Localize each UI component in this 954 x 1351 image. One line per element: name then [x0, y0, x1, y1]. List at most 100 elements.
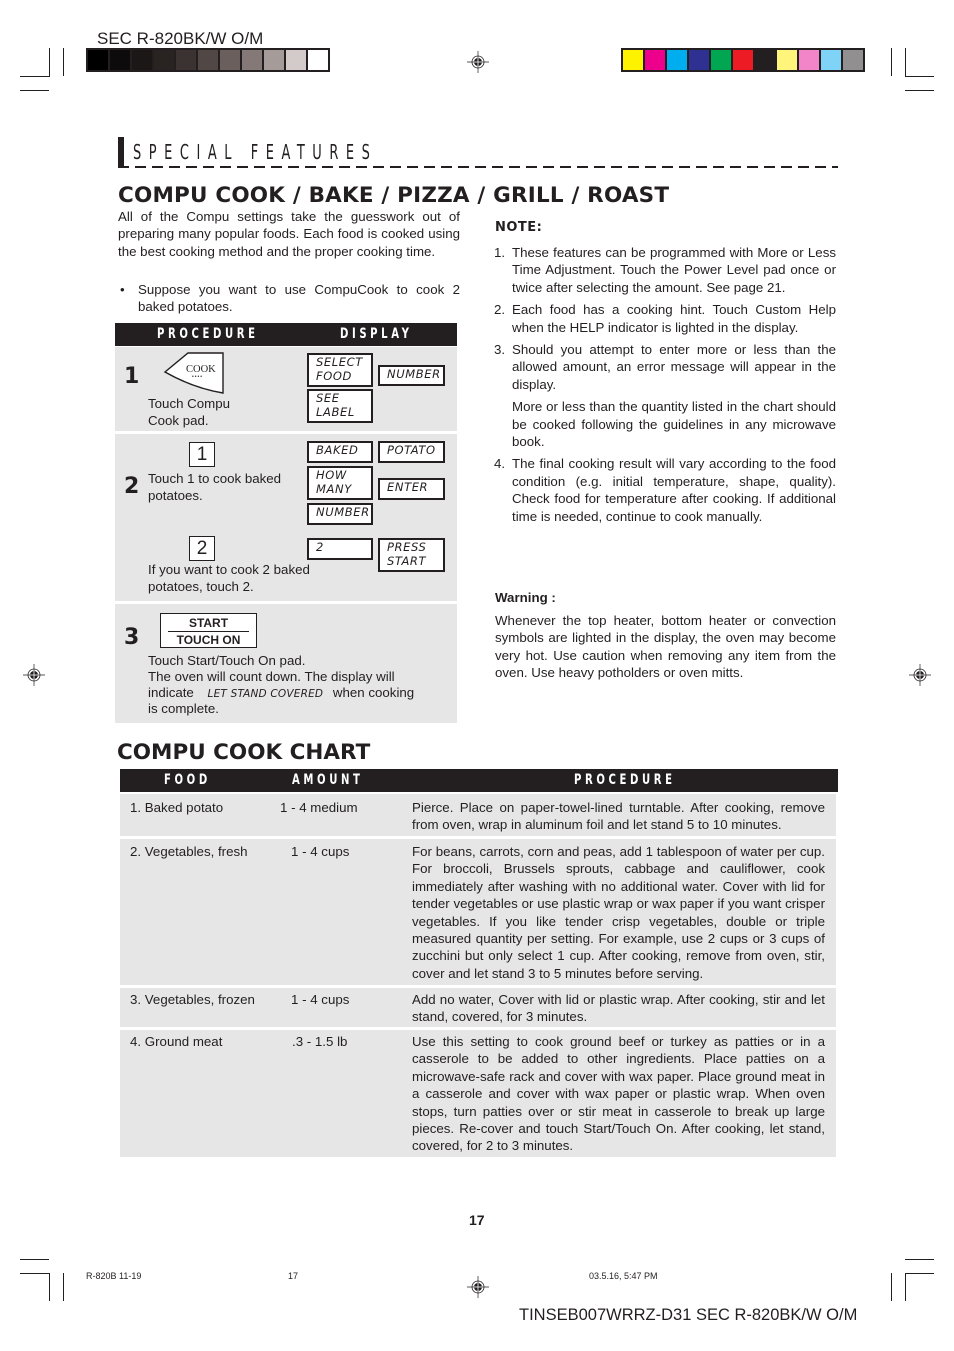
step-3-text-b: The oven will count down. The display wi… — [148, 669, 395, 684]
note-item: 3. Should you attempt to enter more or l… — [494, 341, 836, 450]
doc-code-bottom: TINSEB007WRRZ-D31 SEC R-820BK/W O/M — [519, 1306, 858, 1324]
gray-swatch — [110, 50, 130, 70]
doc-code-top: SEC R-820BK/W O/M — [97, 29, 264, 48]
chart-cell-procedure: Use this setting to cook ground beef or … — [412, 1034, 825, 1154]
display-enter: ENTER — [378, 478, 445, 500]
note-item-number: 4. — [494, 456, 506, 472]
color-swatch — [623, 50, 643, 70]
compu-cook-pad-dots: •••• — [192, 374, 204, 380]
crop-mark — [905, 1273, 906, 1301]
color-swatch — [799, 50, 819, 70]
chart-header-procedure: PROCEDURE — [574, 772, 676, 788]
display-potato: POTATO — [378, 441, 445, 463]
chart-cell-food: 2. Vegetables, fresh — [130, 844, 248, 859]
note-item-text-main: Should you attempt to enter more or less… — [512, 342, 836, 392]
gray-swatch — [286, 50, 306, 70]
procedure-step-1: 1 COOK •••• Touch Compu Cook pad. SELECT… — [115, 347, 457, 431]
crop-mark — [63, 48, 64, 76]
warning-text: Whenever the top heater, bottom heater o… — [495, 613, 836, 681]
step-number: 3 — [124, 625, 140, 650]
procedure-table-header: PROCEDURE DISPLAY — [115, 323, 457, 346]
chart-cell-amount: .3 - 1.5 lb — [292, 1034, 348, 1049]
note-item-number: 3. — [494, 342, 506, 358]
chart-header-food: FOOD — [164, 772, 211, 788]
page-number: 17 — [469, 1212, 485, 1228]
gray-swatch — [176, 50, 196, 70]
note-item-number: 1. — [494, 245, 506, 260]
step-2-text-a: Touch 1 to cook baked potatoes. — [148, 471, 282, 503]
crop-mark — [20, 76, 50, 77]
gray-swatch — [242, 50, 262, 70]
registration-mark-icon — [467, 1276, 489, 1298]
procedure-step-3: 3 START TOUCH ON Touch Start/Touch On pa… — [115, 604, 457, 723]
display-select-food: SELECT FOOD — [307, 353, 373, 387]
display-let-stand-covered: LET STAND COVERED — [207, 688, 324, 700]
gray-swatch — [154, 50, 174, 70]
crop-mark — [905, 1259, 934, 1260]
note-item-text: Should you attempt to enter more or less… — [512, 341, 836, 450]
color-swatch — [711, 50, 731, 70]
crop-mark — [20, 90, 49, 91]
section-title: SPECIAL FEATURES — [133, 140, 378, 164]
gray-swatch — [220, 50, 240, 70]
main-heading: COMPU COOK / BAKE / PIZZA / GRILL / ROAS… — [118, 183, 670, 208]
intro-paragraph: All of the Compu settings take the guess… — [118, 209, 460, 259]
chart-header-row: FOOD AMOUNT PROCEDURE — [120, 769, 838, 792]
procedure-step-2: 1 2 Touch 1 to cook baked potatoes. BAKE… — [115, 434, 457, 601]
gray-swatch — [308, 50, 328, 70]
chart-cell-amount: 1 - 4 cups — [291, 992, 350, 1007]
crop-mark — [891, 48, 892, 76]
section-title-dashed-rule — [118, 166, 838, 168]
grayscale-color-bar — [86, 48, 330, 72]
gray-swatch — [88, 50, 108, 70]
note-title: NOTE: — [495, 220, 543, 235]
gray-swatch — [264, 50, 284, 70]
step-number: 2 — [124, 474, 140, 499]
chart-cell-food: 4. Ground meat — [130, 1034, 223, 1049]
display-press-start: PRESS START — [378, 538, 445, 572]
procedure-header-label: PROCEDURE — [157, 326, 259, 342]
color-swatch — [689, 50, 709, 70]
intro-bullet: • Suppose you want to use CompuCook to c… — [118, 281, 460, 316]
color-swatch — [733, 50, 753, 70]
display-see-label: SEE LABEL — [307, 389, 373, 423]
chart-cell-amount: 1 - 4 cups — [291, 844, 350, 859]
registration-mark-icon — [23, 664, 45, 686]
step-3-text-c-post: when cooking — [332, 685, 415, 700]
crop-mark — [905, 76, 934, 77]
intro-bullet-text: Suppose you want to use CompuCook to coo… — [138, 282, 460, 315]
chart-row: 3. Vegetables, frozen 1 - 4 cups Add no … — [120, 988, 836, 1027]
note-item-text: These features can be programmed with Mo… — [512, 245, 836, 295]
gray-swatch — [132, 50, 152, 70]
step-number: 1 — [124, 364, 140, 389]
crop-mark — [905, 1273, 934, 1274]
note-item-text: Each food has a cooking hint. Touch Cust… — [512, 302, 836, 335]
process-color-bar — [621, 48, 865, 72]
bullet-icon: • — [120, 282, 125, 297]
chart-cell-food: 3. Vegetables, frozen — [130, 992, 255, 1007]
color-swatch — [645, 50, 665, 70]
crop-mark — [905, 48, 906, 76]
note-item-text-extra: More or less than the quantity listed in… — [512, 399, 836, 450]
step-2-text-b: If you want to cook 2 baked potatoes, to… — [148, 562, 310, 594]
chart-cell-procedure: For beans, carrots, corn and peas, add 1… — [412, 844, 825, 981]
crop-mark — [891, 1273, 892, 1301]
crop-mark — [63, 1273, 64, 1301]
chart-header-amount: AMOUNT — [292, 772, 364, 788]
step-3-text-a: Touch Start/Touch On pad. — [148, 653, 306, 668]
number-key-1: 1 — [189, 442, 215, 467]
color-swatch — [843, 50, 863, 70]
chart-cell-procedure: Pierce. Place on paper-towel-lined turnt… — [412, 800, 825, 833]
chart-title: COMPU COOK CHART — [117, 740, 371, 765]
gray-swatch — [198, 50, 218, 70]
crop-mark — [49, 1273, 50, 1301]
display-number: NUMBER — [378, 365, 445, 386]
step-3-text-c: indicate LET STAND COVERED when cooking — [148, 685, 414, 703]
touch-on-pad-label: TOUCH ON — [176, 633, 241, 647]
step-1-text: Touch Compu Cook pad. — [148, 396, 231, 428]
registration-mark-icon — [909, 664, 931, 686]
crop-mark — [20, 1259, 49, 1260]
start-touch-on-pad: START TOUCH ON — [160, 613, 257, 648]
color-swatch — [667, 50, 687, 70]
note-item: 2. Each food has a cooking hint. Touch C… — [494, 301, 836, 336]
